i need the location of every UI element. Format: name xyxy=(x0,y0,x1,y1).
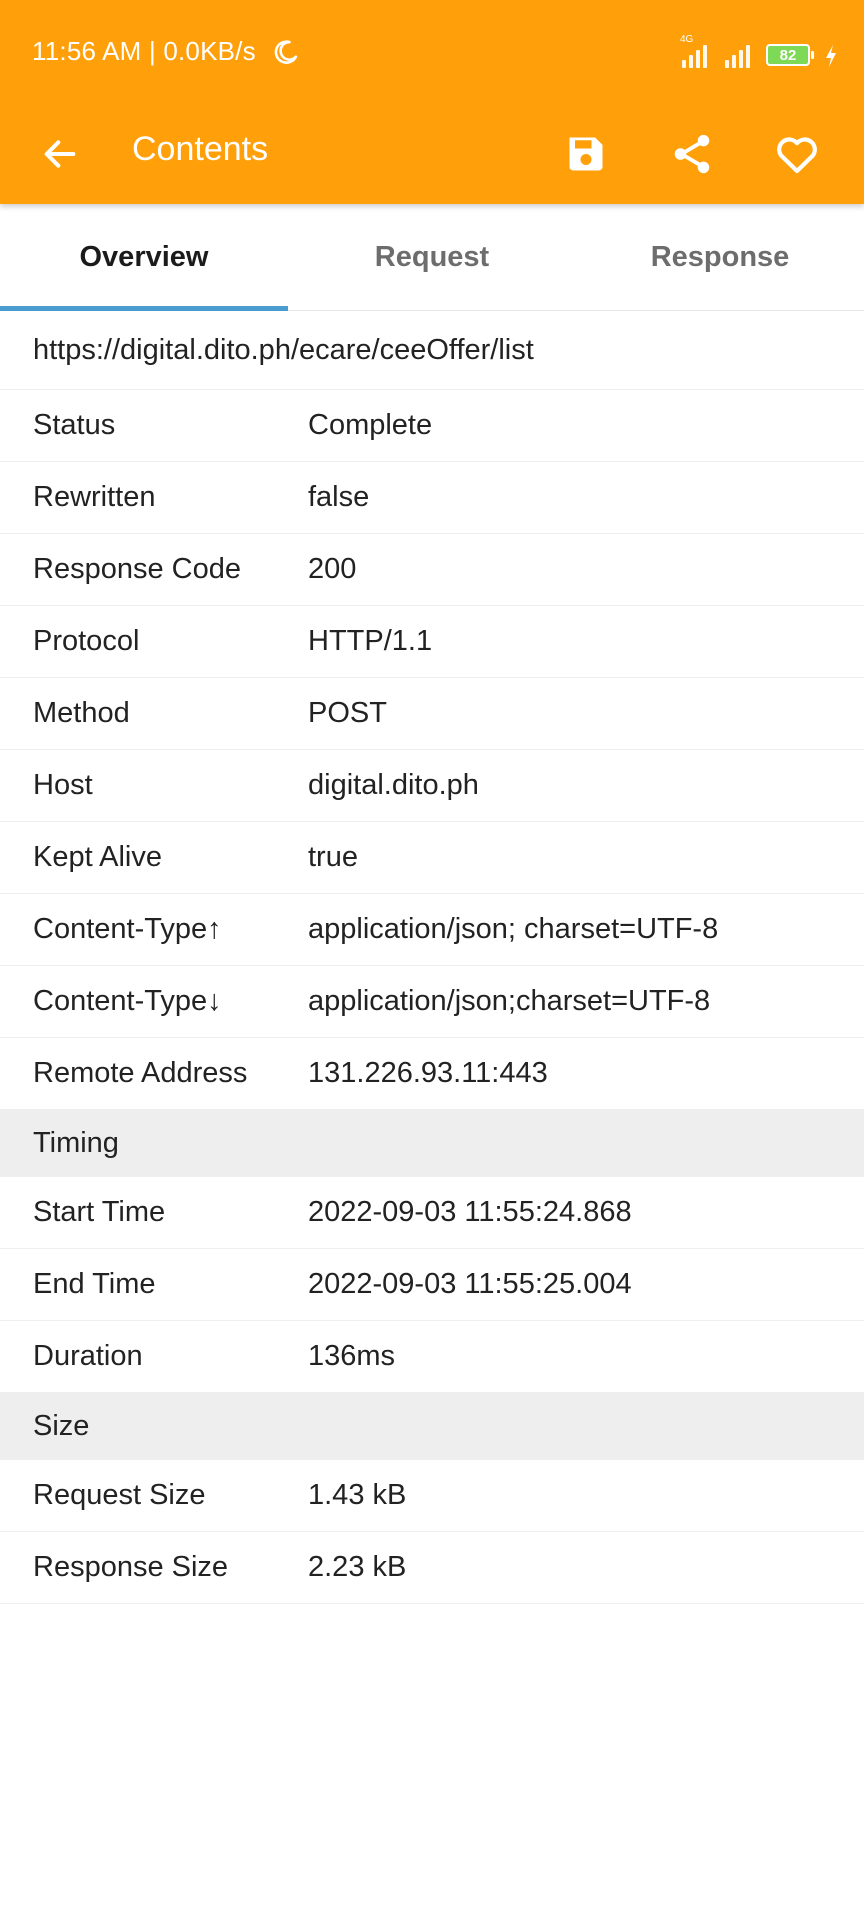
row-value: Complete xyxy=(308,409,433,441)
row-label: Start Time xyxy=(33,1196,166,1228)
row-value: digital.dito.ph xyxy=(308,769,479,801)
app-bar: Contents xyxy=(0,104,864,204)
row-label: Method xyxy=(33,697,130,729)
row-remote-address: Remote Address 131.226.93.11:443 xyxy=(0,1038,864,1109)
row-label: Request Size xyxy=(33,1479,206,1511)
row-label: Rewritten xyxy=(33,481,156,513)
row-method: Method POST xyxy=(0,678,864,750)
section-header-timing: Timing xyxy=(0,1109,864,1177)
row-value: 131.226.93.11:443 xyxy=(308,1057,548,1089)
status-time: 11:56 AM | 0.0KB/s xyxy=(32,36,256,66)
page-title: Contents xyxy=(132,130,269,168)
row-value: 136ms xyxy=(308,1340,396,1372)
row-value: 2022-09-03 11:55:24.868 xyxy=(308,1196,632,1228)
row-content-type-request: Content-Type↑ application/json; charset=… xyxy=(0,894,864,966)
signal-icon xyxy=(725,42,750,68)
share-icon xyxy=(674,134,710,174)
row-value: HTTP/1.1 xyxy=(308,625,433,657)
row-value: application/json;charset=UTF-8 xyxy=(308,985,711,1017)
tab-response[interactable]: Response xyxy=(576,204,864,310)
row-kept-alive: Kept Alive true xyxy=(0,822,864,894)
row-duration: Duration 136ms xyxy=(0,1321,864,1392)
row-label: Content-Type↑ xyxy=(33,913,222,945)
header: 11:56 AM | 0.0KB/s 4G 82 Contents xyxy=(0,0,864,204)
row-response-code: Response Code 200 xyxy=(0,534,864,606)
row-label: Response Size xyxy=(33,1551,229,1583)
row-protocol: Protocol HTTP/1.1 xyxy=(0,606,864,678)
moon-icon xyxy=(274,40,298,64)
row-response-size: Response Size 2.23 kB xyxy=(0,1532,864,1604)
tab-overview[interactable]: Overview xyxy=(0,204,288,311)
row-host: Host digital.dito.ph xyxy=(0,750,864,822)
overview-list: Status Complete Rewritten false Response… xyxy=(0,390,864,1109)
share-button[interactable] xyxy=(660,122,724,186)
row-label: Status xyxy=(33,409,116,441)
row-value: 2.23 kB xyxy=(308,1551,407,1583)
row-label: Content-Type↓ xyxy=(33,985,222,1017)
signal-4g-icon: 4G xyxy=(680,34,707,68)
favorite-button[interactable] xyxy=(765,122,829,186)
battery-level: 82 xyxy=(779,46,797,64)
battery-icon: 82 xyxy=(766,44,814,66)
row-label: Remote Address xyxy=(33,1057,248,1089)
charging-bolt-icon xyxy=(826,45,836,67)
row-label: Response Code xyxy=(33,553,241,585)
row-label: Host xyxy=(33,769,93,801)
row-value: 200 xyxy=(308,553,357,585)
row-label: Protocol xyxy=(33,625,140,657)
row-value: application/json; charset=UTF-8 xyxy=(308,913,719,945)
row-status: Status Complete xyxy=(0,390,864,462)
timing-list: Start Time 2022-09-03 11:55:24.868 End T… xyxy=(0,1177,864,1392)
row-label: End Time xyxy=(33,1268,156,1300)
row-value: true xyxy=(308,841,358,873)
section-header-size: Size xyxy=(0,1392,864,1460)
row-start-time: Start Time 2022-09-03 11:55:24.868 xyxy=(0,1177,864,1249)
save-button[interactable] xyxy=(554,122,618,186)
back-button[interactable] xyxy=(30,124,90,184)
row-value: false xyxy=(308,481,370,513)
row-value: POST xyxy=(308,697,387,729)
tab-request[interactable]: Request xyxy=(288,204,576,310)
row-label: Duration xyxy=(33,1340,143,1372)
tab-bar: Overview Request Response xyxy=(0,204,864,311)
request-url[interactable]: https://digital.dito.ph/ecare/ceeOffer/l… xyxy=(0,311,864,390)
row-label: Kept Alive xyxy=(33,841,162,873)
status-indicators: 4G 82 xyxy=(680,34,838,68)
arrow-left-icon xyxy=(44,140,76,168)
status-bar: 11:56 AM | 0.0KB/s 4G 82 xyxy=(0,0,864,104)
row-value: 2022-09-03 11:55:25.004 xyxy=(308,1268,632,1300)
row-content-type-response: Content-Type↓ application/json;charset=U… xyxy=(0,966,864,1038)
row-request-size: Request Size 1.43 kB xyxy=(0,1460,864,1532)
network-tag: 4G xyxy=(680,34,694,45)
size-list: Request Size 1.43 kB Response Size 2.23 … xyxy=(0,1460,864,1604)
row-rewritten: Rewritten false xyxy=(0,462,864,534)
row-value: 1.43 kB xyxy=(308,1479,407,1511)
heart-outline-icon xyxy=(777,137,817,174)
row-end-time: End Time 2022-09-03 11:55:25.004 xyxy=(0,1249,864,1321)
floppy-disk-icon xyxy=(569,137,603,171)
